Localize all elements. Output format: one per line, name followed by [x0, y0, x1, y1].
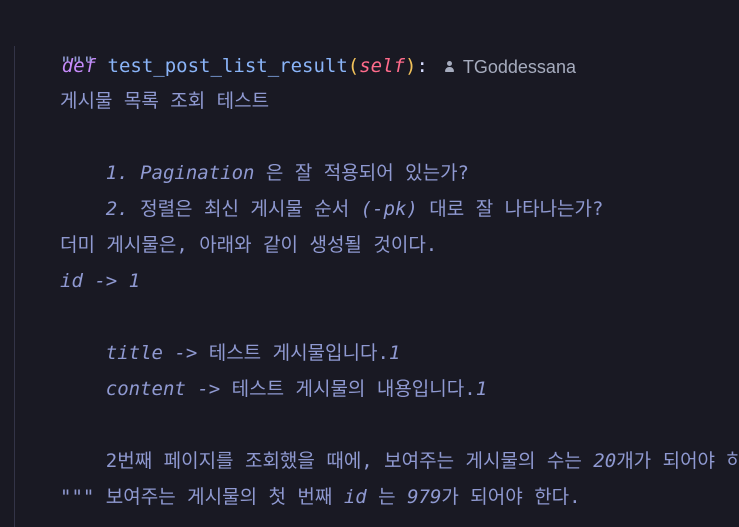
doc-line-pagination: 1. Pagination 은 잘 적용되어 있는가? [105, 162, 469, 184]
title-line: title -> 테스트 게시물입니다.1 [105, 342, 401, 364]
colon: : [416, 55, 428, 77]
doc-line-ordering: 2. 정렬은 최신 게시물 순서 (-pk) 대로 잘 나타나는가? [105, 198, 604, 220]
first-id-line: 보여주는 게시물의 첫 번째 id 는 979가 되어야 한다. [105, 486, 581, 508]
docstring-open: """ [60, 53, 95, 75]
id-line: id -> 1 [60, 270, 141, 292]
page-two-line: 2번째 페이지를 조회했을 때에, 보여주는 게시물의 수는 20개가 되어야 … [105, 450, 739, 472]
open-paren: ( [347, 55, 360, 77]
docstring-close: """ [60, 486, 95, 508]
person-icon [444, 61, 455, 72]
author-name: TGoddessana [462, 56, 576, 77]
self-parameter: self [359, 55, 405, 77]
author-annotation[interactable]: TGoddessana [444, 49, 576, 85]
close-paren: ) [404, 55, 417, 77]
indent-guide [14, 46, 15, 527]
doc-title: 게시물 목록 조회 테스트 [60, 90, 270, 112]
content-line: content -> 테스트 게시물의 내용입니다.1 [105, 378, 488, 400]
function-name: test_post_list_result [107, 55, 348, 77]
dummy-intro: 더미 게시물은, 아래와 같이 생성될 것이다. [60, 234, 438, 256]
code-editor: def test_post_list_result(self): TGoddess… [0, 0, 739, 527]
function-definition-line: def test_post_list_result(self): TGoddess… [16, 12, 576, 77]
